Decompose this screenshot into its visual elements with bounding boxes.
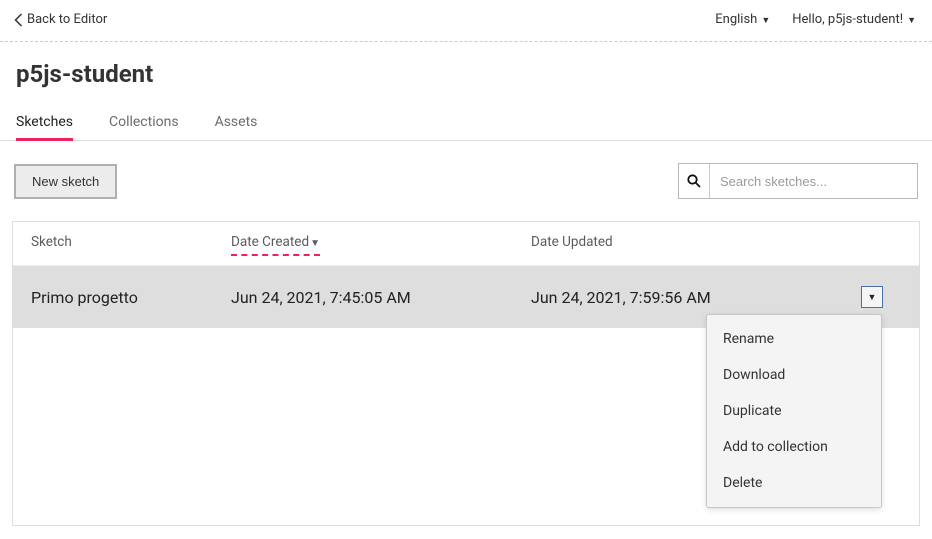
table-header: Sketch Date Created▼ Date Updated (13, 222, 919, 265)
search-icon (679, 174, 709, 188)
tab-collections[interactable]: Collections (109, 108, 179, 140)
menu-delete[interactable]: Delete (707, 465, 881, 501)
menu-rename[interactable]: Rename (707, 321, 881, 357)
back-to-editor-link[interactable]: Back to Editor (14, 12, 107, 27)
header-date-created-label: Date Created (231, 234, 309, 250)
topbar-left: Back to Editor (14, 12, 107, 27)
header-date-updated[interactable]: Date Updated (531, 234, 861, 253)
cell-date-updated: Jun 24, 2021, 7:59:56 AM (531, 288, 861, 307)
language-selector[interactable]: English ▼ (715, 12, 770, 27)
content: New sketch Sketch Date Created▼ Date Upd… (0, 141, 932, 538)
back-label: Back to Editor (27, 12, 107, 27)
cell-actions: ▼ (861, 286, 901, 308)
topbar-right: English ▼ Hello, p5js-student! ▼ (715, 12, 916, 27)
controls-row: New sketch (12, 141, 920, 221)
tab-assets[interactable]: Assets (215, 108, 258, 140)
row-actions-dropdown: Rename Download Duplicate Add to collect… (706, 314, 882, 508)
row-menu-button[interactable]: ▼ (861, 286, 883, 308)
menu-download[interactable]: Download (707, 357, 881, 393)
chevron-left-icon (14, 13, 23, 27)
language-label: English (715, 12, 757, 27)
sketches-table: Sketch Date Created▼ Date Updated Primo … (12, 221, 920, 526)
header-actions (861, 234, 901, 253)
topbar: Back to Editor English ▼ Hello, p5js-stu… (0, 0, 932, 42)
menu-duplicate[interactable]: Duplicate (707, 393, 881, 429)
header-date-created[interactable]: Date Created▼ (231, 234, 531, 253)
chevron-down-icon: ▼ (907, 15, 916, 26)
search-box (678, 163, 918, 199)
sort-desc-icon: ▼ (310, 238, 320, 249)
menu-add-to-collection[interactable]: Add to collection (707, 429, 881, 465)
chevron-down-icon: ▼ (868, 292, 877, 303)
cell-sketch-name: Primo progetto (31, 288, 231, 307)
search-input[interactable] (709, 164, 917, 198)
greeting-label: Hello, p5js-student! (792, 12, 903, 27)
page-title: p5js-student (0, 42, 932, 94)
chevron-down-icon: ▼ (761, 15, 770, 26)
tabs: Sketches Collections Assets (0, 108, 932, 141)
cell-date-created: Jun 24, 2021, 7:45:05 AM (231, 288, 531, 307)
user-menu[interactable]: Hello, p5js-student! ▼ (792, 12, 916, 27)
tab-sketches[interactable]: Sketches (16, 108, 73, 140)
new-sketch-button[interactable]: New sketch (14, 164, 117, 199)
header-sketch[interactable]: Sketch (31, 234, 231, 253)
